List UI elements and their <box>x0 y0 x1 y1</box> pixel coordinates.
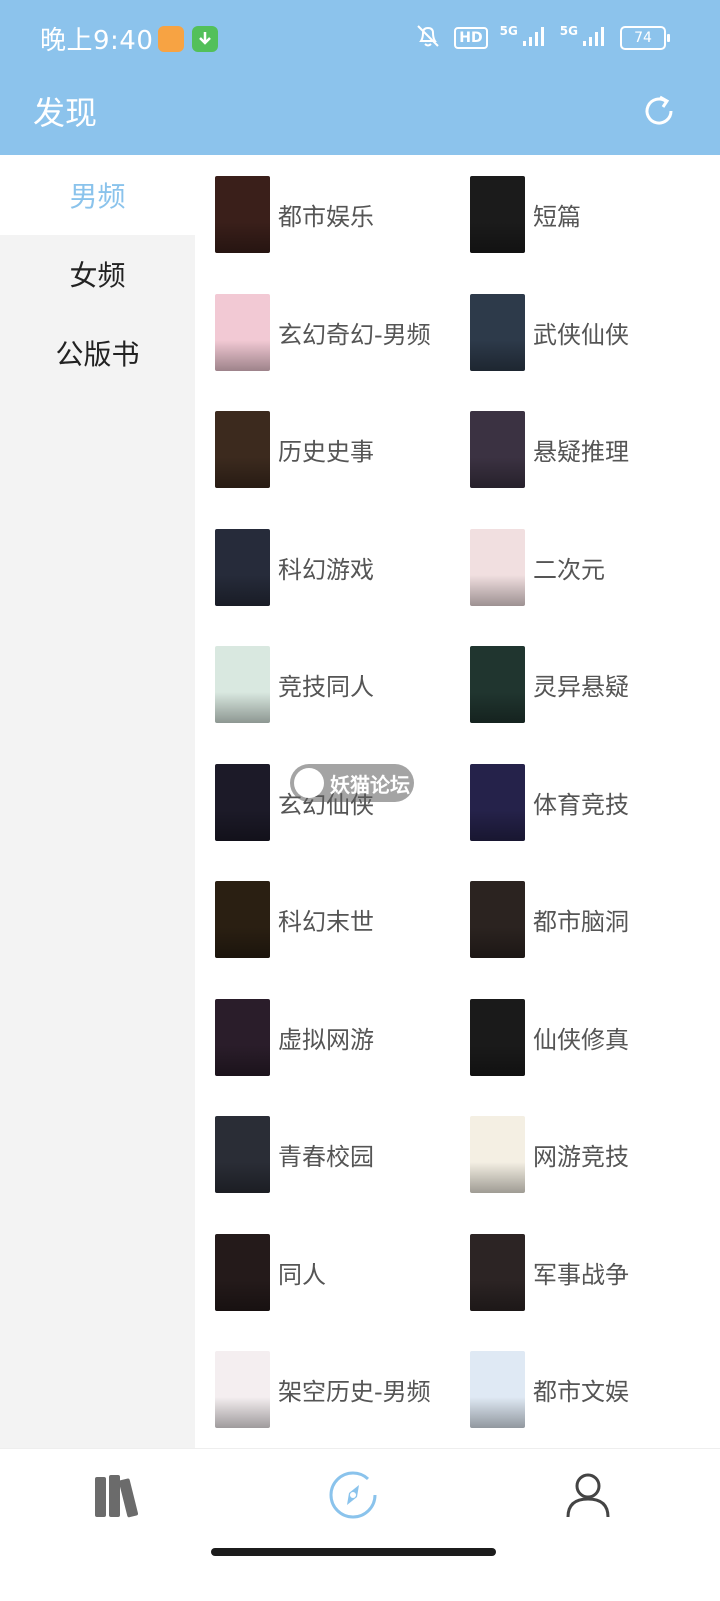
nav-discover[interactable] <box>323 1467 383 1527</box>
category-label: 武侠仙侠 <box>533 320 629 349</box>
category-item[interactable]: 灵异悬疑 <box>470 644 629 724</box>
category-item[interactable]: 仙侠修真 <box>470 997 629 1077</box>
status-bar: 晚上9:40 HD 5G 5G 74 <box>0 0 720 75</box>
category-label: 短篇 <box>533 202 581 231</box>
category-grid: 都市娱乐 短篇 玄幻奇幻-男频 武侠仙侠 历史史事 悬疑推理 科幻游戏 二次元 … <box>195 155 720 1448</box>
signal-icon <box>522 25 548 51</box>
category-item[interactable]: 都市文娱 <box>470 1349 629 1429</box>
category-item[interactable]: 玄幻奇幻-男频 <box>215 292 431 372</box>
category-item[interactable]: 短篇 <box>470 174 581 254</box>
book-cover <box>215 410 270 488</box>
book-cover <box>470 1350 525 1428</box>
category-label: 科幻游戏 <box>278 555 374 584</box>
category-item[interactable]: 军事战争 <box>470 1232 629 1312</box>
category-label: 科幻末世 <box>278 907 374 936</box>
battery-indicator: 74 <box>620 26 670 50</box>
book-cover <box>470 763 525 841</box>
nav-bookshelf[interactable] <box>87 1467 147 1527</box>
category-label: 体育竞技 <box>533 790 629 819</box>
category-item[interactable]: 历史史事 <box>215 409 374 489</box>
signal-icon-2 <box>582 25 608 51</box>
category-item[interactable]: 竞技同人 <box>215 644 374 724</box>
book-cover <box>215 998 270 1076</box>
category-label: 悬疑推理 <box>533 437 629 466</box>
category-label: 灵异悬疑 <box>533 672 629 701</box>
status-indicators: HD 5G 5G 74 <box>414 22 670 54</box>
network-label-1: 5G <box>499 24 518 38</box>
category-label: 军事战争 <box>533 1260 629 1289</box>
category-label: 玄幻奇幻-男频 <box>278 320 431 349</box>
bottom-nav <box>0 1448 720 1601</box>
forum-watermark: 妖猫论坛 <box>290 764 414 802</box>
book-cover <box>215 293 270 371</box>
book-cover <box>470 880 525 958</box>
category-item[interactable]: 科幻末世 <box>215 879 374 959</box>
category-label: 二次元 <box>533 555 605 584</box>
bookshelf-icon <box>92 1471 142 1523</box>
book-cover <box>470 528 525 606</box>
sidebar-item-label: 男频 <box>69 180 126 213</box>
book-cover <box>470 293 525 371</box>
sidebar-item-label: 公版书 <box>55 338 140 371</box>
category-label: 历史史事 <box>278 437 374 466</box>
status-time: 晚上9:40 <box>40 26 154 56</box>
home-indicator[interactable] <box>211 1548 496 1556</box>
category-item[interactable]: 网游竞技 <box>470 1114 629 1194</box>
app-header: 晚上9:40 HD 5G 5G 74 发现 <box>0 0 720 155</box>
sidebar-item-public-domain[interactable]: 公版书 <box>0 313 195 393</box>
book-cover <box>470 175 525 253</box>
category-label: 架空历史-男频 <box>278 1377 431 1406</box>
page-title: 发现 <box>33 94 98 132</box>
category-item[interactable]: 悬疑推理 <box>470 409 629 489</box>
category-sidebar: 男频 女频 公版书 <box>0 155 195 1448</box>
book-cover <box>215 1233 270 1311</box>
category-item[interactable]: 架空历史-男频 <box>215 1349 431 1429</box>
book-cover <box>215 645 270 723</box>
category-item[interactable]: 都市娱乐 <box>215 174 374 254</box>
book-cover <box>215 175 270 253</box>
book-cover <box>215 528 270 606</box>
category-label: 竞技同人 <box>278 672 374 701</box>
watermark-logo-icon <box>294 768 324 798</box>
sidebar-item-female[interactable]: 女频 <box>0 234 195 314</box>
category-item[interactable]: 都市脑洞 <box>470 879 629 959</box>
category-item[interactable]: 青春校园 <box>215 1114 374 1194</box>
category-item[interactable]: 同人 <box>215 1232 326 1312</box>
download-icon <box>192 26 218 52</box>
category-label: 虚拟网游 <box>278 1025 374 1054</box>
book-cover <box>215 763 270 841</box>
discover-compass-icon <box>327 1469 379 1525</box>
nav-profile[interactable] <box>558 1467 618 1527</box>
book-cover <box>470 645 525 723</box>
book-cover <box>470 1233 525 1311</box>
hd-badge: HD <box>454 27 488 49</box>
network-label-2: 5G <box>559 24 578 38</box>
refresh-button[interactable] <box>640 92 678 130</box>
book-cover <box>470 1115 525 1193</box>
sidebar-item-male[interactable]: 男频 <box>0 155 195 235</box>
category-item[interactable]: 虚拟网游 <box>215 997 374 1077</box>
book-cover <box>470 998 525 1076</box>
notification-app-icon <box>158 26 184 52</box>
book-cover <box>215 1350 270 1428</box>
category-item[interactable]: 体育竞技 <box>470 762 629 842</box>
category-item[interactable]: 二次元 <box>470 527 605 607</box>
sidebar-item-label: 女频 <box>69 259 126 292</box>
category-label: 青春校园 <box>278 1142 374 1171</box>
refresh-icon <box>640 95 678 134</box>
category-label: 网游竞技 <box>533 1142 629 1171</box>
book-cover <box>215 880 270 958</box>
book-cover <box>215 1115 270 1193</box>
category-item[interactable]: 科幻游戏 <box>215 527 374 607</box>
category-label: 都市娱乐 <box>278 202 374 231</box>
profile-icon <box>565 1471 611 1523</box>
category-item[interactable]: 武侠仙侠 <box>470 292 629 372</box>
category-label: 同人 <box>278 1260 326 1289</box>
mute-bell-icon <box>414 22 442 54</box>
category-label: 都市文娱 <box>533 1377 629 1406</box>
category-label: 都市脑洞 <box>533 907 629 936</box>
watermark-text: 妖猫论坛 <box>330 772 410 797</box>
book-cover <box>470 410 525 488</box>
category-label: 仙侠修真 <box>533 1025 629 1054</box>
